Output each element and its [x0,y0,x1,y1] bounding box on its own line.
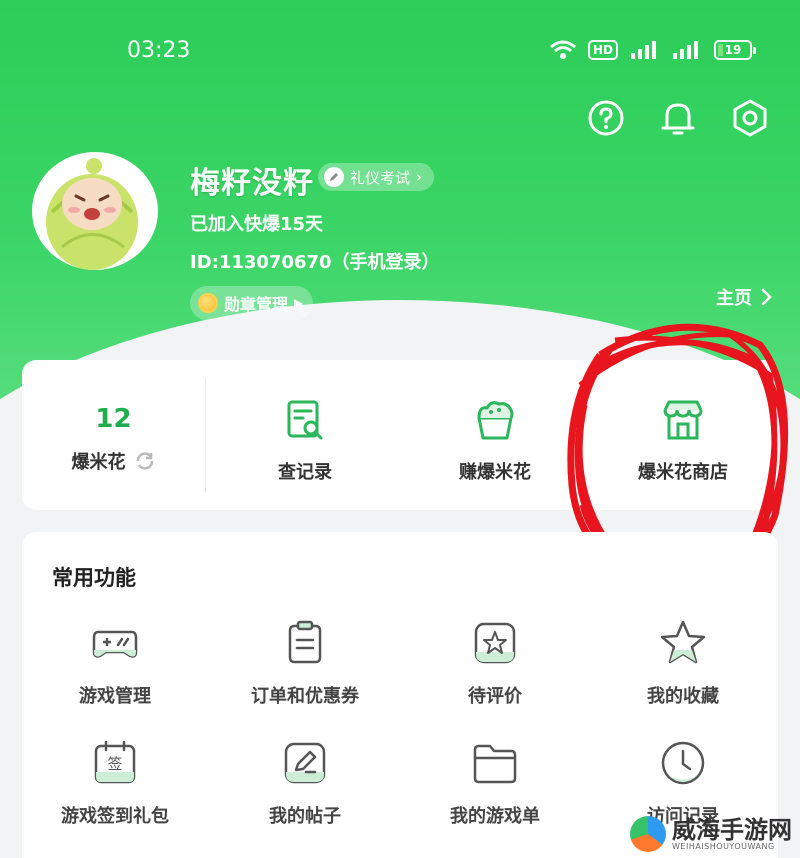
caret-right-icon: ▶ [294,296,304,310]
grid-item-label: 游戏管理 [79,686,151,707]
joined-days: 已加入快爆15天 [190,214,324,235]
site-watermark: 威海手游网 WEIHAISHOUYOUWANG [630,816,792,852]
quick-action-label: 查记录 [278,462,332,483]
quick-action-label: 爆米花商店 [638,462,728,483]
pencil-icon [324,167,344,187]
refresh-icon[interactable] [134,450,156,472]
medal-manage-button[interactable]: 勋章管理 ▶ [190,286,314,320]
signal-icon [673,41,698,59]
folder-icon [473,744,517,784]
grid-item-checkin-gift[interactable]: 签 游戏签到礼包 [20,738,210,828]
wifi-icon [550,40,576,59]
quick-action-earn-popcorn[interactable]: 赚爆米花 [400,360,590,510]
grid-item-favorites[interactable]: 我的收藏 [588,618,778,708]
settings-icon[interactable] [730,98,770,138]
user-id: ID:113070670（手机登录） [190,252,440,273]
gamepad-icon [92,630,138,658]
bell-icon[interactable] [658,98,698,138]
grid-item-pending-review[interactable]: 待评价 [400,618,590,708]
watermark-subtitle: WEIHAISHOUYOUWANG [672,841,775,851]
popcorn-label: 爆米花 [71,452,126,473]
review-star-icon [474,622,516,664]
popcorn-bucket-icon [477,401,514,440]
edit-post-icon [284,742,326,784]
popcorn-balance[interactable]: 12 爆米花 [22,360,205,510]
status-time: 03:23 [127,38,191,63]
status-bar: 03:23 HD 19 [0,36,800,66]
quick-action-popcorn-store[interactable]: 爆米花商店 [588,360,778,510]
popcorn-card: 12 爆米花 查记录 赚爆米花 爆米花商店 [22,360,778,510]
watermark-logo-icon [630,816,666,852]
network-badge: HD [587,40,618,60]
grid-item-my-game-list[interactable]: 我的游戏单 [400,738,590,828]
svg-text:签: 签 [107,755,122,773]
help-icon[interactable] [586,98,626,138]
grid-item-label: 订单和优惠券 [251,686,359,707]
section-title: 常用功能 [52,566,136,590]
avatar[interactable] [32,152,158,270]
battery-level: 19 [724,43,742,57]
watermark-title: 威海手游网 [672,815,792,844]
homepage-link[interactable]: 主页 [716,284,772,310]
grid-item-label: 我的游戏单 [450,806,540,827]
divider [205,378,206,492]
store-icon [663,400,703,440]
record-search-icon [287,400,323,440]
grid-item-my-posts[interactable]: 我的帖子 [210,738,400,828]
grid-item-game-manage[interactable]: 游戏管理 [20,618,210,708]
chevron-right-icon: › [416,168,423,186]
signal-icon [631,41,656,59]
star-icon [660,620,706,664]
grid-item-label: 游戏签到礼包 [61,806,169,827]
etiquette-label: 礼仪考试 [350,168,411,187]
medal-label: 勋章管理 [224,295,289,314]
grid-item-label: 我的收藏 [647,686,719,707]
grid-item-label: 待评价 [468,686,522,707]
clipboard-icon [288,620,322,664]
grid-item-visit-history[interactable]: 访问记录 [588,738,778,828]
chevron-right-icon [761,288,772,306]
medal-coin-icon [198,293,218,313]
grid-item-orders-coupons[interactable]: 订单和优惠券 [210,618,400,708]
etiquette-exam-badge[interactable]: 礼仪考试 › [318,163,435,191]
checkin-calendar-icon: 签 [94,740,136,784]
homepage-label: 主页 [716,288,752,309]
grid-item-label: 我的帖子 [269,806,341,827]
username: 梅籽没籽 [190,166,314,201]
popcorn-count: 12 [95,404,132,434]
quick-action-label: 赚爆米花 [459,462,531,483]
battery-icon: 19 [714,40,756,60]
clock-icon [661,741,705,785]
common-functions-card: 常用功能 游戏管理 订单和优惠券 待评价 我的收藏 签 游戏签到礼包 我的帖子 … [22,532,778,858]
quick-action-records[interactable]: 查记录 [210,360,400,510]
